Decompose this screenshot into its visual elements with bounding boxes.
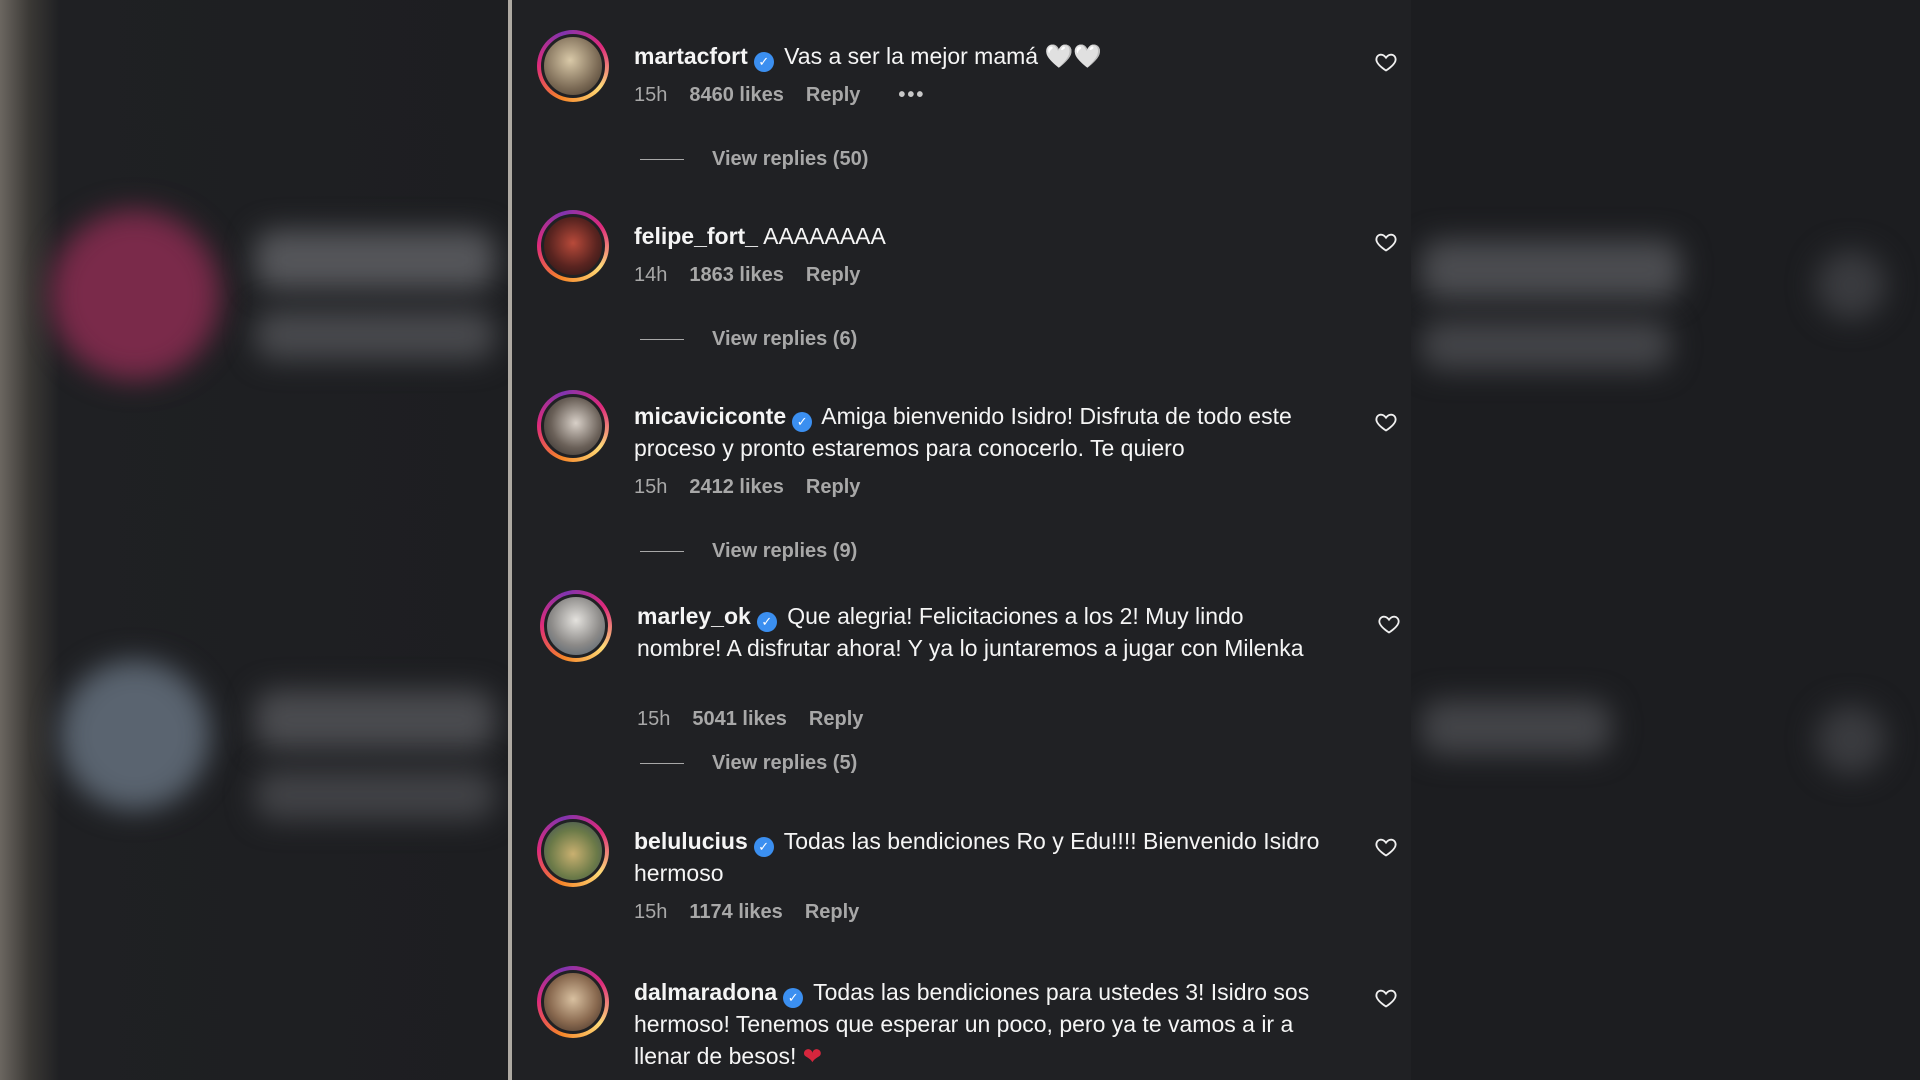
view-replies-label: View replies (5) xyxy=(712,752,858,774)
blurred-icon xyxy=(1816,705,1886,775)
reply-button[interactable]: Reply xyxy=(805,901,859,924)
verified-badge-icon: ✓ xyxy=(783,988,804,1008)
blurred-text xyxy=(1421,320,1671,370)
replies-dash xyxy=(640,763,684,764)
avatar[interactable] xyxy=(537,815,609,887)
blurred-text xyxy=(255,230,495,290)
blurred-avatar xyxy=(50,210,220,380)
reply-button[interactable]: Reply xyxy=(806,476,860,499)
reply-button[interactable]: Reply xyxy=(806,264,860,287)
comment-meta: 15h 5041 likes Reply xyxy=(637,708,863,731)
blurred-text xyxy=(1421,240,1681,300)
comment-username[interactable]: dalmaradona xyxy=(634,979,777,1005)
like-heart-icon[interactable] xyxy=(1374,50,1398,74)
comment-body: belulucius ✓ Todas las bendiciones Ro y E… xyxy=(634,825,1324,889)
comment-username[interactable]: micaviciconte xyxy=(634,403,786,429)
comment-body: micaviciconte ✓ Amiga bienvenido Isidro! … xyxy=(634,400,1324,464)
blurred-avatar xyxy=(60,660,210,810)
comment-meta: 15h 8460 likes Reply ••• xyxy=(634,84,925,107)
verified-badge-icon: ✓ xyxy=(753,837,774,857)
avatar[interactable] xyxy=(537,390,609,462)
like-heart-icon[interactable] xyxy=(1374,410,1398,434)
comments-panel: martacfort ✓ Vas a ser la mejor mamá 🤍🤍 1… xyxy=(512,0,1411,1080)
replies-dash xyxy=(640,159,684,160)
avatar[interactable] xyxy=(537,30,609,102)
comment-text: AAAAAAAA xyxy=(763,223,886,249)
blurred-icon xyxy=(1816,250,1886,320)
comment-time[interactable]: 15h xyxy=(634,476,667,499)
avatar[interactable] xyxy=(537,966,609,1038)
blurred-background-right xyxy=(1411,0,1920,1080)
red-heart-emoji: ❤ xyxy=(802,1043,823,1069)
comment-body: dalmaradona ✓ Todas las bendiciones para … xyxy=(634,976,1324,1072)
more-options-icon[interactable]: ••• xyxy=(898,84,925,107)
view-replies-label: View replies (50) xyxy=(712,148,869,170)
view-replies-button[interactable]: View replies (6) xyxy=(640,328,857,351)
verified-badge-icon: ✓ xyxy=(792,412,813,432)
comment-time[interactable]: 15h xyxy=(634,84,667,107)
view-replies-label: View replies (6) xyxy=(712,328,858,350)
reply-button[interactable]: Reply xyxy=(809,708,863,731)
avatar[interactable] xyxy=(540,590,612,662)
blurred-text xyxy=(255,770,495,820)
replies-dash xyxy=(640,551,684,552)
blurred-text xyxy=(255,690,495,750)
comment-body: felipe_fort_ AAAAAAAA xyxy=(634,220,1324,252)
like-heart-icon[interactable] xyxy=(1374,230,1398,254)
comment-text: Vas a ser la mejor mamá 🤍🤍 xyxy=(784,43,1102,69)
comment-username[interactable]: marley_ok xyxy=(637,603,751,629)
comment-time[interactable]: 14h xyxy=(634,264,667,287)
blurred-text xyxy=(255,310,495,360)
comment-time[interactable]: 15h xyxy=(634,901,667,924)
verified-badge-icon: ✓ xyxy=(756,612,777,632)
replies-dash xyxy=(640,339,684,340)
comment-body: marley_ok ✓ Que alegria! Felicitaciones a… xyxy=(637,600,1327,664)
avatar[interactable] xyxy=(537,210,609,282)
view-replies-button[interactable]: View replies (5) xyxy=(640,752,857,775)
comment-meta: 15h 1174 likes Reply xyxy=(634,901,859,924)
view-replies-label: View replies (9) xyxy=(712,540,858,562)
comment-username[interactable]: belulucius xyxy=(634,828,748,854)
like-heart-icon[interactable] xyxy=(1374,835,1398,859)
comment-likes[interactable]: 8460 likes xyxy=(689,84,784,107)
view-replies-button[interactable]: View replies (9) xyxy=(640,540,857,563)
comment-username[interactable]: felipe_fort_ xyxy=(634,223,758,249)
blurred-background-left xyxy=(0,0,510,1080)
like-heart-icon[interactable] xyxy=(1377,612,1401,636)
comment-body: martacfort ✓ Vas a ser la mejor mamá 🤍🤍 xyxy=(634,40,1324,72)
comment-time[interactable]: 15h xyxy=(637,708,670,731)
view-replies-button[interactable]: View replies (50) xyxy=(640,148,868,171)
comment-meta: 14h 1863 likes Reply xyxy=(634,264,860,287)
comment-likes[interactable]: 5041 likes xyxy=(692,708,787,731)
blurred-text xyxy=(1421,700,1611,755)
comment-meta: 15h 2412 likes Reply xyxy=(634,476,860,499)
comment-likes[interactable]: 1174 likes xyxy=(689,901,782,924)
verified-badge-icon: ✓ xyxy=(753,52,774,72)
comment-likes[interactable]: 2412 likes xyxy=(689,476,784,499)
reply-button[interactable]: Reply xyxy=(806,84,860,107)
comment-username[interactable]: martacfort xyxy=(634,43,748,69)
comment-likes[interactable]: 1863 likes xyxy=(689,264,784,287)
like-heart-icon[interactable] xyxy=(1374,986,1398,1010)
